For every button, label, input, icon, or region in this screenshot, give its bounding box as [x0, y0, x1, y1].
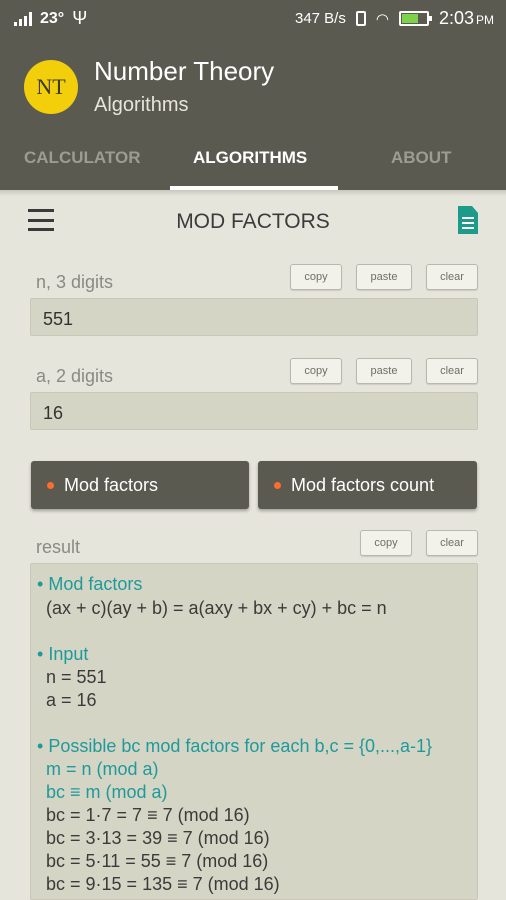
result-panel[interactable]: • Mod factors (ax + c)(ay + b) = a(axy +… — [30, 563, 478, 900]
tab-calculator[interactable]: CALCULATOR — [24, 148, 140, 168]
input-a-field[interactable]: 16 — [30, 392, 478, 430]
result-line: (ax + c)(ay + b) = a(axy + bx + cy) + bc… — [46, 598, 387, 618]
app-bar-shadow — [0, 190, 506, 196]
input-n-copy-button[interactable]: copy — [290, 264, 342, 290]
result-heading-possible-bc: • Possible bc mod factors for each b,c =… — [37, 736, 432, 757]
clock-time: 2:03 PM — [439, 8, 494, 29]
result-clear-button[interactable]: clear — [426, 530, 478, 556]
result-line: bc = 5·11 = 55 ≡ 7 (mod 16) — [46, 851, 269, 871]
app-bar: NT Number Theory Algorithms CALCULATOR A… — [0, 36, 506, 190]
mod-factors-count-label: Mod factors count — [291, 474, 435, 495]
result-line: n = 551 — [46, 667, 107, 687]
mod-factors-button[interactable]: Mod factors — [31, 461, 249, 509]
bullet: • — [37, 644, 44, 664]
mod-factors-count-dot-icon — [274, 481, 281, 489]
input-a-clear-button[interactable]: clear — [426, 358, 478, 384]
result-heading-mod-factors: • Mod factors — [37, 574, 142, 595]
app-logo: NT — [24, 60, 78, 114]
wifi-icon: ◠ — [375, 10, 389, 28]
heading-text: Possible bc mod factors for each b,c = {… — [48, 736, 433, 756]
battery-icon — [398, 11, 432, 26]
input-n-label: n, 3 digits — [36, 272, 114, 292]
usb-icon: Ψ — [72, 8, 88, 28]
bullet: • — [37, 736, 44, 756]
input-n-field[interactable]: 551 — [30, 298, 478, 336]
net-speed-text: 347 B/s — [294, 10, 346, 27]
app-title: Number Theory — [94, 56, 275, 86]
heading-text: Input — [48, 644, 89, 664]
clock-time-value: 2:03 — [438, 8, 474, 28]
input-a-label: a, 2 digits — [36, 366, 114, 386]
input-n-paste-button[interactable]: paste — [356, 264, 412, 290]
result-line: m = n (mod a) — [46, 759, 159, 779]
page-title: MOD FACTORS — [176, 210, 330, 233]
heading-text: Mod factors — [48, 574, 143, 594]
status-left: 23° Ψ — [14, 8, 87, 29]
app-subtitle: Algorithms — [94, 94, 189, 116]
status-bar: 23° Ψ 347 B/s ◠ 2:03 PM — [0, 0, 506, 36]
mod-factors-label: Mod factors — [64, 474, 159, 495]
input-n-clear-button[interactable]: clear — [426, 264, 478, 290]
clock-ampm: PM — [476, 13, 494, 27]
signal-icon — [14, 11, 32, 26]
temperature-text: 23° — [40, 9, 65, 27]
result-heading-input: • Input — [37, 644, 88, 665]
mod-factors-dot-icon — [47, 481, 54, 489]
mod-factors-count-button[interactable]: Mod factors count — [258, 461, 477, 509]
bullet: • — [37, 574, 44, 594]
result-line: bc = 1·7 = 7 ≡ 7 (mod 16) — [46, 805, 250, 825]
result-line: bc = 3·13 = 39 ≡ 7 (mod 16) — [46, 828, 270, 848]
vibrate-icon — [355, 11, 366, 26]
input-a-paste-button[interactable]: paste — [356, 358, 412, 384]
result-line: a = 16 — [46, 690, 97, 710]
document-icon[interactable] — [458, 206, 478, 234]
result-label: result — [36, 537, 81, 557]
status-right: 347 B/s ◠ 2:03 PM — [295, 8, 494, 29]
result-line: bc ≡ m (mod a) — [46, 782, 168, 802]
tab-about[interactable]: ABOUT — [391, 148, 451, 168]
result-line: bc = 9·15 = 135 ≡ 7 (mod 16) — [46, 874, 280, 894]
result-copy-button[interactable]: copy — [360, 530, 412, 556]
tab-algorithms[interactable]: ALGORITHMS — [193, 148, 307, 168]
input-a-copy-button[interactable]: copy — [290, 358, 342, 384]
